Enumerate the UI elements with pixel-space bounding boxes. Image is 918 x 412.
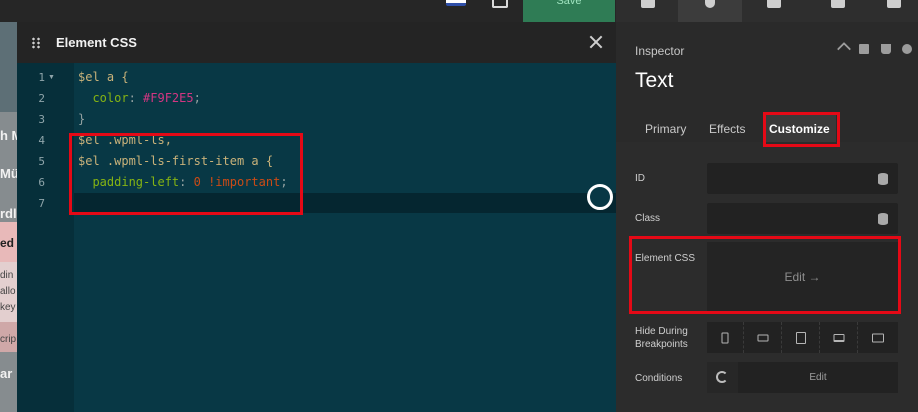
code-important: !important [208, 175, 281, 189]
hide-breakpoints-label: Hide During Breakpoints [635, 326, 688, 350]
phone-landscape-icon [757, 334, 769, 341]
code-property: padding-left [92, 175, 180, 189]
duplicate-icon[interactable] [859, 44, 869, 54]
tab-templates[interactable] [806, 0, 870, 22]
page-text: allo [0, 286, 16, 297]
tab-elements[interactable] [742, 0, 806, 22]
page-band [0, 352, 17, 412]
code-line[interactable]: $el .wpml-ls, [78, 133, 172, 147]
page-text: ar [0, 366, 13, 381]
line-number: 4 [38, 134, 45, 147]
cube-icon [767, 0, 781, 8]
delete-icon[interactable] [881, 44, 891, 54]
line-number: 3 [38, 113, 45, 126]
code-line[interactable]: $el .wpml-ls-first-item a { [78, 154, 273, 168]
fold-arrow-icon[interactable]: ▼ [48, 74, 55, 81]
line-number-gutter: 1 ▼ 2 3 4 5 6 7 [17, 63, 74, 412]
search-icon [705, 0, 715, 8]
desktop-icon [871, 333, 884, 342]
conditions-icon-button[interactable] [707, 362, 738, 393]
id-input[interactable] [707, 163, 898, 194]
tab-inspector[interactable] [678, 0, 742, 22]
inspector-header: Inspector Text Primary Effects Customize [616, 22, 918, 142]
tab-stack[interactable] [870, 0, 918, 22]
tab-effects[interactable]: Effects [709, 122, 745, 136]
conditions-label: Conditions [635, 373, 683, 384]
code-selector: $el a { [78, 70, 129, 84]
tab-customize[interactable]: Customize [769, 122, 830, 136]
drag-handle-icon[interactable] [31, 37, 41, 49]
scroll-handle[interactable] [587, 184, 613, 210]
code-line[interactable]: padding-left: 0 !important; [78, 175, 287, 189]
line-number: 6 [38, 176, 45, 189]
code-line[interactable]: $el a { [78, 70, 129, 84]
close-icon[interactable] [588, 34, 604, 50]
page-band [0, 22, 17, 112]
page-text: rdl [0, 206, 17, 221]
breakpoint-phone-landscape-button[interactable] [745, 322, 782, 353]
code-value: #F9F2E5 [143, 91, 194, 105]
inspector-label: Inspector [635, 44, 685, 58]
responsive-preview-icon[interactable] [492, 0, 508, 8]
conditions-icon [716, 371, 728, 383]
layers-icon [887, 0, 901, 8]
gear-icon[interactable] [902, 44, 912, 54]
code-line[interactable]: color: #F9F2E5; [78, 91, 200, 105]
breakpoint-toggle-group [707, 322, 898, 353]
code-brace: } [78, 112, 86, 126]
language-flag-icon[interactable] [446, 0, 466, 6]
breakpoint-desktop-button[interactable] [859, 322, 896, 353]
line-number: 1 [38, 71, 45, 84]
tablet-icon [796, 331, 806, 344]
class-input[interactable] [707, 203, 898, 234]
code-selector: $el .wpml-ls-first-item a { [78, 154, 274, 168]
code-line[interactable]: } [78, 112, 85, 126]
code-selector: $el .wpml-ls, [78, 133, 172, 147]
tab-layers[interactable] [616, 0, 680, 22]
conditions-edit-button[interactable]: Edit [738, 362, 898, 393]
page-text: Mü [0, 166, 17, 181]
line-number: 2 [38, 92, 45, 105]
id-label: ID [635, 173, 645, 184]
breakpoint-tablet-button[interactable] [783, 322, 820, 353]
line-number: 5 [38, 155, 45, 168]
save-button[interactable]: Save [523, 0, 615, 22]
page-text: din [0, 270, 14, 281]
modal-header[interactable]: Element CSS [17, 22, 616, 63]
page-text: ed [0, 236, 15, 250]
code-value: 0 [193, 175, 201, 189]
class-label: Class [635, 213, 661, 224]
element-css-label: Element CSS [635, 253, 696, 264]
select-parent-icon[interactable] [836, 41, 852, 57]
element-title: Text [635, 69, 674, 92]
element-css-modal: Element CSS 1 ▼ 2 3 4 5 6 7 $el a { colo… [17, 22, 616, 412]
top-toolbar: Save [0, 0, 918, 22]
line-number: 7 [38, 197, 45, 210]
laptop-icon [833, 333, 845, 342]
background-page-canvas: h M Mü rdl ed din allo key crip ar [0, 22, 17, 412]
modal-title: Element CSS [56, 35, 137, 50]
tab-primary[interactable]: Primary [645, 122, 686, 136]
dynamic-data-icon[interactable] [878, 213, 888, 225]
dynamic-data-icon[interactable] [878, 173, 888, 185]
page-text: key [0, 302, 16, 313]
inspector-panel: Inspector Text Primary Effects Customize… [616, 22, 918, 412]
phone-icon [721, 332, 729, 343]
code-property: color [92, 91, 129, 105]
conditions-control: Edit [707, 362, 898, 393]
page-text: h M [0, 128, 17, 143]
list-icon [641, 0, 655, 8]
sidebar-tabs [616, 0, 918, 22]
columns-icon [831, 0, 845, 8]
element-css-edit-button[interactable]: Edit → [707, 242, 898, 312]
css-code-editor[interactable]: $el a { color: #F9F2E5; } $el .wpml-ls, … [74, 63, 616, 412]
breakpoint-phone-button[interactable] [707, 322, 744, 353]
breakpoint-laptop-button[interactable] [821, 322, 858, 353]
page-text: crip [0, 334, 17, 345]
